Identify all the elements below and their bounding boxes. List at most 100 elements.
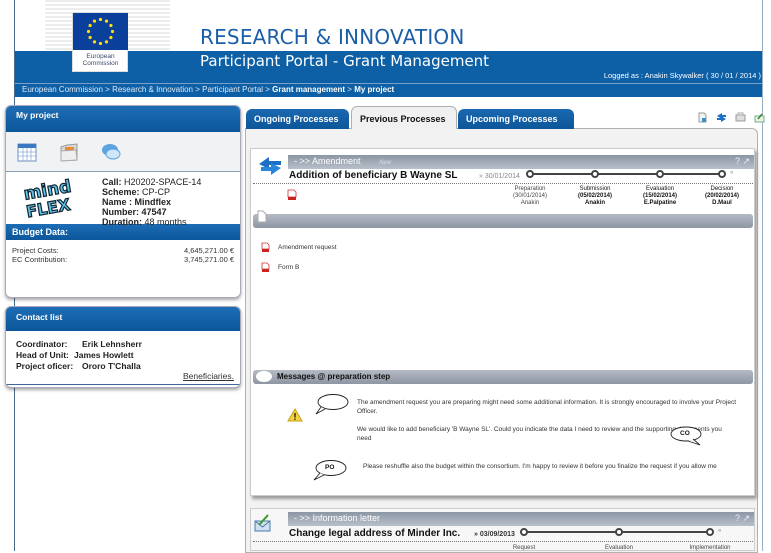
timeline-step-label: Preparation (30/01/2014) Anakin (495, 186, 565, 207)
new-badge: New (379, 160, 392, 166)
messages-header: Messages @ preparation step (253, 370, 753, 384)
project-field-value: CP-CP (139, 187, 171, 197)
project-field: Name : Mindflex (102, 197, 201, 207)
pdf-icon (261, 242, 270, 253)
tab-upcoming-processes[interactable]: Upcoming Processes (458, 109, 574, 129)
breadcrumb-separator: > (102, 85, 113, 94)
eu-flag-icon (73, 13, 128, 50)
project-field-label: Call: (102, 177, 122, 187)
budget-row: Project Costs: 4,645,271.00 € (6, 246, 240, 255)
project-fields: Call: H20202-SPACE-14 Scheme: CP-CP Name :… (102, 177, 201, 227)
project-field-value: H20202-SPACE-14 (121, 177, 202, 187)
amendment-header: - >> Amendment New ? ↗ (288, 155, 754, 169)
print-icon[interactable] (735, 112, 746, 123)
budget-label: Project Costs: (12, 246, 59, 255)
logged-user-info: Logged as : Anakin Skywalker ( 30 / 01 /… (603, 71, 761, 80)
beneficiaries-link[interactable]: Beneficiaries. (183, 371, 234, 382)
project-field-value: Mindflex (132, 197, 172, 207)
budget-label: EC Contribution: (12, 255, 68, 264)
page-frame-right (762, 0, 763, 551)
project-field: Scheme: CP-CP (102, 187, 201, 197)
contact-role: Head of Unit: (16, 350, 69, 360)
project-field-label: Scheme: (102, 187, 140, 197)
portal-subtitle: Participant Portal - Grant Management (200, 52, 490, 70)
po-speech-bubble: PO (310, 459, 350, 483)
step-date: (20/02/2014) (704, 193, 740, 199)
timeline-step-label: Submission (05/02/2014) Anakin (560, 186, 630, 207)
timeline-node[interactable] (656, 170, 664, 178)
breadcrumb-separator: > (263, 85, 273, 94)
new-document-icon[interactable] (697, 112, 708, 123)
breadcrumb-item[interactable]: My project (354, 85, 394, 94)
information-letter-icon (253, 513, 273, 535)
warning-icon (287, 408, 303, 424)
calendar-icon[interactable] (16, 141, 38, 163)
contact-name[interactable]: James Howlett (74, 350, 134, 360)
breadcrumb-item[interactable]: European Commission (22, 85, 103, 94)
timeline-node[interactable] (591, 170, 599, 178)
help-expand-icon-2[interactable]: ? ↗ (735, 513, 750, 524)
help-expand-icon[interactable]: ? ↗ (735, 156, 750, 167)
step-person: E.Palpatine (643, 200, 677, 206)
timeline-node[interactable] (718, 170, 726, 178)
refresh-icon[interactable] (716, 112, 727, 123)
process2-title[interactable]: Change legal address of Minder Inc. (289, 528, 460, 539)
timeline-step-label: Decision (20/02/2014) D.Maul (687, 186, 757, 207)
contact-role: Coordinator: (16, 339, 68, 349)
timeline-node[interactable] (526, 170, 534, 178)
contact-name[interactable]: Erik Lehnsherr (82, 339, 142, 349)
step-name: Submission (579, 186, 611, 192)
budget-row: EC Contribution: 3,745,271.00 € (6, 255, 240, 264)
timeline-end-marker: « (718, 528, 722, 534)
org-line-2: Commission (82, 60, 119, 67)
project-icon-row (6, 132, 240, 172)
site-title: RESEARCH & INNOVATION (200, 25, 465, 49)
step-person: Anakin (520, 200, 540, 206)
step-date: (30/01/2014) (512, 193, 548, 199)
timeline-step-label: Evaluation (15/02/2014) E.Palpatine (625, 186, 695, 207)
timeline-end-marker: « (730, 170, 734, 176)
toolbar-icons (697, 112, 765, 123)
timeline-node[interactable] (706, 528, 714, 536)
co-speech-bubble: CO (666, 426, 706, 448)
process2-date: » 03/09/2013 (474, 531, 515, 538)
breadcrumb-separator: > (345, 85, 355, 94)
document-item[interactable]: Amendment request (261, 242, 337, 253)
message-po: Please reshuffle also the budget within … (363, 463, 717, 470)
timeline-line (530, 173, 722, 175)
contact-name[interactable]: Ororo T'Challa (82, 361, 141, 371)
my-project-title: My project (6, 106, 240, 132)
project-field-label: Number: (102, 207, 140, 217)
project-field: Number: 47547 (102, 207, 201, 217)
messages-title: Messages @ preparation step (277, 372, 391, 381)
eu-commission-text: European Commission (73, 53, 128, 67)
export-icon[interactable] (754, 112, 765, 123)
budget-value: 3,745,271.00 € (183, 255, 234, 264)
eu-commission-logo[interactable]: European Commission (72, 12, 128, 72)
pdf-icon[interactable] (287, 189, 297, 203)
divider (253, 183, 753, 184)
document-item[interactable]: Form B (261, 262, 299, 273)
budget-rows: Project Costs: 4,645,271.00 € EC Contribut… (6, 240, 240, 264)
breadcrumb-item[interactable]: Grant management (272, 85, 345, 94)
tab-ongoing-processes[interactable]: Ongoing Processes (246, 109, 349, 129)
tab-previous-processes[interactable]: Previous Processes (351, 106, 457, 129)
information-letter-header: - >> Information letter ? ↗ (288, 512, 754, 526)
document-name: Form B (278, 264, 300, 271)
folder-icon[interactable] (58, 141, 80, 163)
document-icon (257, 210, 267, 225)
chat-icon[interactable] (100, 141, 122, 163)
breadcrumb-item[interactable]: Research & Innovation (112, 85, 193, 94)
document-name: Amendment request (278, 244, 337, 251)
contact-list-body: Coordinator: Erik Lehnsherr Head of Unit: J… (6, 331, 240, 385)
message-bubble-icon (256, 371, 272, 382)
process-title[interactable]: Addition of beneficiary B Wayne SL (289, 170, 458, 181)
my-project-panel: My project mind FLEX Call: H20202-SPACE-… (5, 105, 241, 298)
timeline-node[interactable] (520, 528, 528, 536)
speech-bubble-icon (313, 393, 349, 419)
step-person: Anakin (584, 200, 605, 206)
timeline-node[interactable] (615, 528, 623, 536)
project-field-value: 48 months (142, 217, 187, 227)
contact-row: Head of Unit: James Howlett (16, 350, 230, 361)
breadcrumb-item[interactable]: Participant Portal (202, 85, 263, 94)
